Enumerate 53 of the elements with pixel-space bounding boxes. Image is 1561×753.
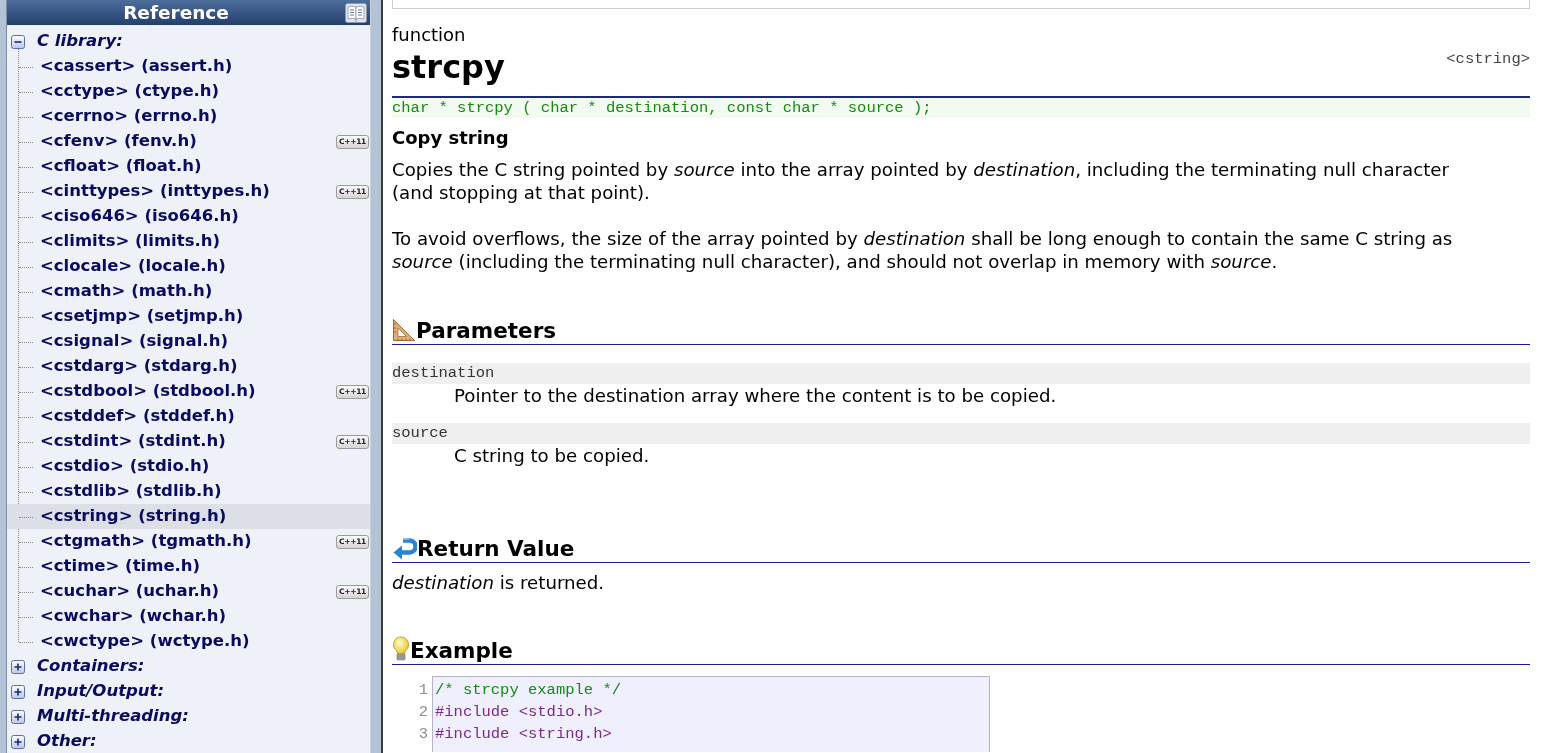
tree-item[interactable]: <cassert> (assert.h)	[7, 54, 370, 79]
tree-item[interactable]: <ctime> (time.h)	[7, 554, 370, 579]
tree-item[interactable]: <cerrno> (errno.h)	[7, 104, 370, 129]
tree-group-label[interactable]: Containers:	[37, 654, 145, 679]
tree-group-label[interactable]: Input/Output:	[37, 679, 165, 704]
expand-icon[interactable]	[11, 709, 25, 724]
code-line: /* strcpy example */	[435, 680, 623, 701]
description-paragraph: Copies the C string pointed by source into the array pointed by destination, including the terminating null character (and stopping at that point).	[392, 158, 1450, 204]
code-line: #include <stdio.h>	[435, 702, 604, 723]
description-paragraph: To avoid overflows, the size of the array pointed by destination shall be long enough to contain the same C string as source (including the terminating null character), and should not overlap in memory with source.	[392, 227, 1454, 273]
function-title: strcpy	[392, 47, 505, 87]
tree-item[interactable]: <cwchar> (wchar.h)	[7, 604, 370, 629]
return-arrow-icon	[392, 536, 417, 560]
line-number: 2	[417, 702, 428, 723]
section-heading: Example	[410, 638, 513, 664]
tree-item[interactable]: <cstdio> (stdio.h)	[7, 454, 370, 479]
tree-item[interactable]: <climits> (limits.h)	[7, 229, 370, 254]
line-number: 1	[417, 680, 428, 701]
tree-item[interactable]: <cwctype> (wctype.h)	[7, 629, 370, 654]
section-heading: Parameters	[416, 318, 557, 344]
tree-item[interactable]: <cstddef> (stddef.h)	[7, 404, 370, 429]
parameter-name: destination	[392, 363, 1530, 384]
tree-item[interactable]: <ciso646> (iso646.h)	[7, 204, 370, 229]
summary-heading: Copy string	[392, 126, 510, 150]
parameter-name: source	[392, 423, 1530, 444]
tree-item[interactable]: <clocale> (locale.h)	[7, 254, 370, 279]
tree-item[interactable]: <csignal> (signal.h)	[7, 329, 370, 354]
tree-item[interactable]: <csetjmp> (setjmp.h)	[7, 304, 370, 329]
tree-item[interactable]: <cctype> (ctype.h)	[7, 79, 370, 104]
header-link[interactable]: <cstring>	[1446, 47, 1530, 71]
category-label: function	[392, 24, 467, 46]
expand-icon[interactable]	[11, 734, 25, 749]
code-line: #include <string.h>	[435, 724, 613, 745]
sort-icon[interactable]	[345, 2, 367, 23]
line-number: 3	[417, 724, 428, 745]
tree-item[interactable]: <cmath> (math.h)	[7, 279, 370, 304]
section-heading: Return Value	[417, 536, 575, 562]
tree-group-label[interactable]: Other:	[37, 729, 97, 753]
parameter-description: C string to be copied.	[453, 444, 651, 467]
collapse-icon[interactable]	[11, 34, 25, 49]
return-description: destination is returned.	[392, 571, 606, 594]
tree-group-label[interactable]: C library:	[37, 29, 123, 54]
tree-item[interactable]: <cstdarg> (stdarg.h)	[7, 354, 370, 379]
tree-item[interactable]: <cstring> (string.h)	[7, 504, 370, 529]
expand-icon[interactable]	[11, 684, 25, 699]
expand-icon[interactable]	[11, 659, 25, 674]
parameter-description: Pointer to the destination array where the content is to be copied.	[453, 384, 1058, 407]
tree-group-label[interactable]: Multi-threading:	[37, 704, 189, 729]
prototype-code: char * strcpy ( char * destination, const char * source );	[392, 96, 1530, 118]
light-bulb-icon	[392, 636, 410, 662]
tree-item[interactable]: <cstdlib> (stdlib.h)	[7, 479, 370, 504]
sidebar-title: Reference	[122, 1, 230, 25]
tree-item[interactable]: <cfloat> (float.h)	[7, 154, 370, 179]
